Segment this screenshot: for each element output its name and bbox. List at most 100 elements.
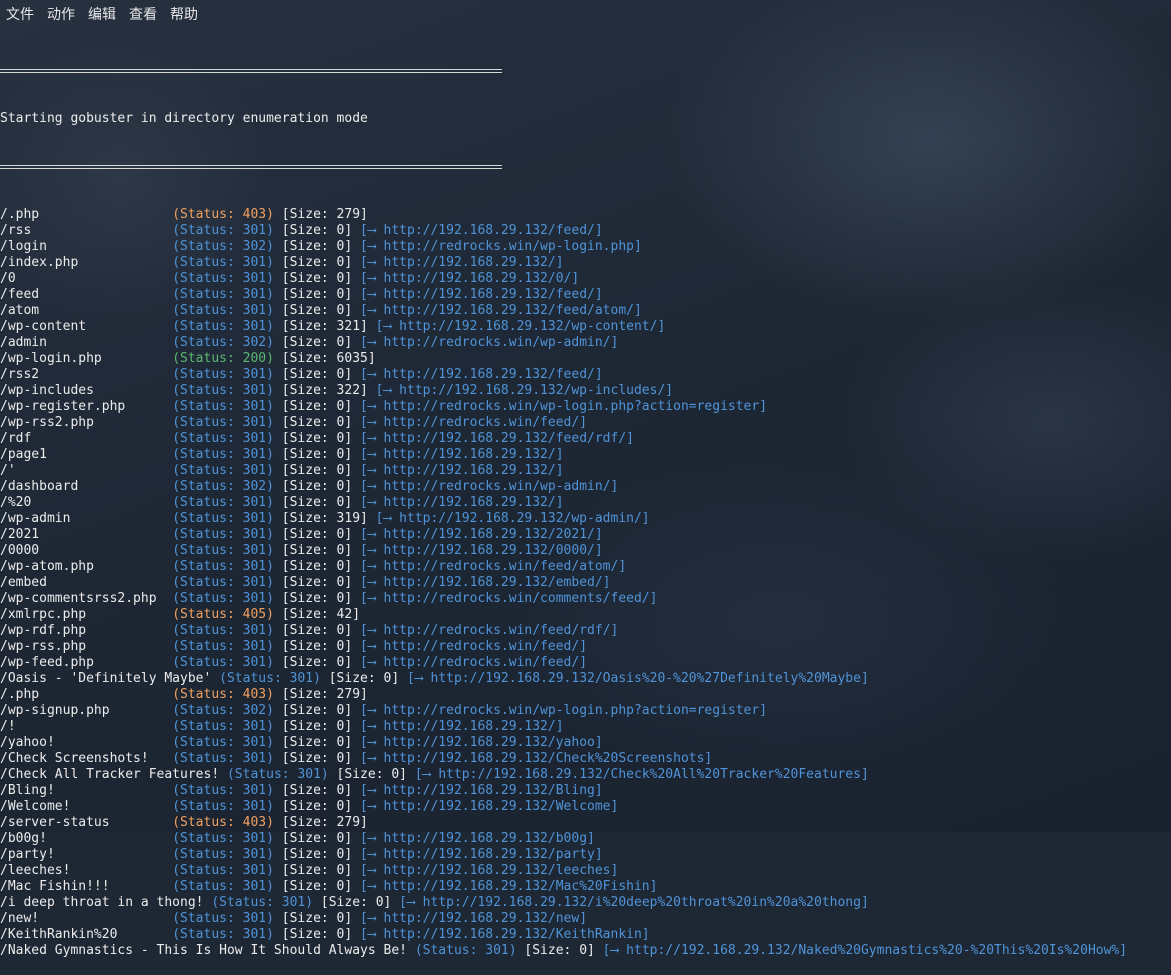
result-size: [Size: 279] — [273, 207, 368, 222]
result-status: (Status: 301) — [172, 367, 274, 382]
result-list: /.php (Status: 403) [Size: 279]/rss (Sta… — [0, 207, 1127, 959]
result-status: (Status: 301) — [172, 559, 274, 574]
result-size: [Size: 0] — [273, 287, 353, 302]
result-path: /Naked Gymnastics - This Is How It Shoul… — [0, 943, 415, 958]
result-size: [Size: 0] — [273, 831, 353, 846]
result-status: (Status: 302) — [172, 239, 274, 254]
result-path: /! — [0, 719, 173, 734]
result-status: (Status: 301) — [172, 783, 274, 798]
result-redirect: [⟶ http://192.168.29.132/feed/rdf/] — [352, 431, 634, 446]
result-row: /KeithRankin%20 (Status: 301) [Size: 0] … — [0, 927, 1127, 943]
result-status: (Status: 301) — [172, 735, 274, 750]
result-size: [Size: 0] — [273, 735, 353, 750]
result-path: /embed — [0, 575, 173, 590]
result-row: /Mac Fishin!!! (Status: 301) [Size: 0] [… — [0, 879, 1127, 895]
menu-edit[interactable]: 编辑 — [82, 0, 123, 30]
result-redirect: [⟶ http://192.168.29.132/] — [352, 447, 564, 462]
result-redirect: [⟶ http://192.168.29.132/0000/] — [352, 543, 603, 558]
result-redirect: [⟶ http://redrocks.win/comments/feed/] — [352, 591, 658, 606]
result-path: /wp-content — [0, 319, 173, 334]
result-redirect: [⟶ http://192.168.29.132/Check%20All%20T… — [407, 767, 869, 782]
result-size: [Size: 0] — [273, 447, 353, 462]
result-status: (Status: 301) — [172, 591, 274, 606]
result-size: [Size: 0] — [273, 399, 353, 414]
result-redirect: [⟶ http://192.168.29.132/Mac%20Fishin] — [352, 879, 658, 894]
result-size: [Size: 0] — [516, 943, 595, 958]
result-row: /rss (Status: 301) [Size: 0] [⟶ http://1… — [0, 223, 1127, 239]
result-row: /yahoo! (Status: 301) [Size: 0] [⟶ http:… — [0, 735, 1127, 751]
result-size: [Size: 0] — [273, 479, 353, 494]
result-path: /b00g! — [0, 831, 173, 846]
result-row: /new! (Status: 301) [Size: 0] [⟶ http://… — [0, 911, 1127, 927]
result-status: (Status: 301) — [219, 671, 321, 686]
result-row: /rss2 (Status: 301) [Size: 0] [⟶ http://… — [0, 367, 1127, 383]
result-path: /.php — [0, 687, 173, 702]
result-status: (Status: 301) — [172, 799, 274, 814]
result-path: /wp-admin — [0, 511, 173, 526]
result-redirect: [⟶ http://redrocks.win/wp-login.php?acti… — [352, 399, 768, 414]
result-size: [Size: 0] — [273, 639, 353, 654]
result-row: /dashboard (Status: 302) [Size: 0] [⟶ ht… — [0, 479, 1127, 495]
result-status: (Status: 301) — [226, 767, 329, 782]
result-row: /' (Status: 301) [Size: 0] [⟶ http://192… — [0, 463, 1127, 479]
result-size: [Size: 0] — [320, 671, 400, 686]
result-size: [Size: 319] — [273, 511, 368, 526]
result-row: /login (Status: 302) [Size: 0] [⟶ http:/… — [0, 239, 1127, 255]
terminal-output[interactable]: Starting gobuster in directory enumerati… — [0, 31, 1127, 975]
result-row: /admin (Status: 302) [Size: 0] [⟶ http:/… — [0, 335, 1127, 351]
result-path: /admin — [0, 335, 173, 350]
result-row: /! (Status: 301) [Size: 0] [⟶ http://192… — [0, 719, 1127, 735]
result-path: /login — [0, 239, 173, 254]
result-redirect: [⟶ http://redrocks.win/wp-admin/] — [352, 479, 619, 494]
result-status: (Status: 403) — [172, 687, 274, 702]
result-redirect: [⟶ http://192.168.29.132/feed/] — [352, 367, 603, 382]
result-path: /2021 — [0, 527, 173, 542]
result-redirect: [⟶ http://192.168.29.132/Oasis%20-%20%27… — [399, 671, 869, 686]
result-row: /0000 (Status: 301) [Size: 0] [⟶ http://… — [0, 543, 1127, 559]
result-row: /wp-login.php (Status: 200) [Size: 6035] — [0, 351, 1127, 367]
result-size: [Size: 0] — [273, 303, 353, 318]
result-status: (Status: 301) — [172, 255, 274, 270]
result-redirect: [⟶ http://192.168.29.132/wp-admin/] — [367, 511, 650, 526]
menu-view[interactable]: 查看 — [123, 0, 164, 30]
result-status: (Status: 301) — [172, 527, 274, 542]
result-status: (Status: 301) — [172, 271, 274, 286]
result-status: (Status: 301) — [211, 895, 314, 910]
result-status: (Status: 405) — [172, 607, 274, 622]
result-status: (Status: 301) — [172, 863, 274, 878]
result-redirect: [⟶ http://redrocks.win/feed/rdf/] — [352, 623, 619, 638]
result-size: [Size: 0] — [273, 527, 353, 542]
result-size: [Size: 0] — [273, 495, 353, 510]
result-row: /.php (Status: 403) [Size: 279] — [0, 207, 1127, 223]
result-path: /xmlrpc.php — [0, 607, 173, 622]
result-path: /KeithRankin%20 — [0, 927, 173, 942]
result-redirect: [⟶ http://redrocks.win/feed/atom/] — [352, 559, 627, 574]
result-redirect: [⟶ http://192.168.29.132/i%20deep%20thro… — [391, 895, 869, 910]
result-status: (Status: 200) — [172, 351, 274, 366]
result-path: /wp-feed.php — [0, 655, 173, 670]
result-redirect: [⟶ http://192.168.29.132/b00g] — [352, 831, 595, 846]
result-row: /wp-signup.php (Status: 302) [Size: 0] [… — [0, 703, 1127, 719]
result-redirect: [⟶ http://192.168.29.132/yahoo] — [352, 735, 603, 750]
result-row: /Welcome! (Status: 301) [Size: 0] [⟶ htt… — [0, 799, 1127, 815]
result-path: /party! — [0, 847, 173, 862]
menu-help[interactable]: 帮助 — [164, 0, 205, 30]
result-path: /Bling! — [0, 783, 173, 798]
result-row: /wp-feed.php (Status: 301) [Size: 0] [⟶ … — [0, 655, 1127, 671]
result-status: (Status: 301) — [172, 655, 274, 670]
result-row: /wp-register.php (Status: 301) [Size: 0]… — [0, 399, 1127, 415]
result-status: (Status: 301) — [172, 303, 274, 318]
result-row: /Check All Tracker Features! (Status: 30… — [0, 767, 1127, 783]
result-status: (Status: 403) — [172, 815, 274, 830]
result-size: [Size: 0] — [273, 271, 353, 286]
result-status: (Status: 301) — [172, 623, 274, 638]
menu-actions[interactable]: 动作 — [41, 0, 82, 30]
result-redirect: [⟶ http://redrocks.win/feed/] — [352, 415, 588, 430]
banner-rule-bottom — [0, 159, 502, 175]
result-row: /Bling! (Status: 301) [Size: 0] [⟶ http:… — [0, 783, 1127, 799]
result-path: /0 — [0, 271, 173, 286]
result-status: (Status: 301) — [172, 751, 274, 766]
result-row: /wp-atom.php (Status: 301) [Size: 0] [⟶ … — [0, 559, 1127, 575]
menu-file[interactable]: 文件 — [0, 0, 41, 30]
result-status: (Status: 302) — [172, 335, 274, 350]
